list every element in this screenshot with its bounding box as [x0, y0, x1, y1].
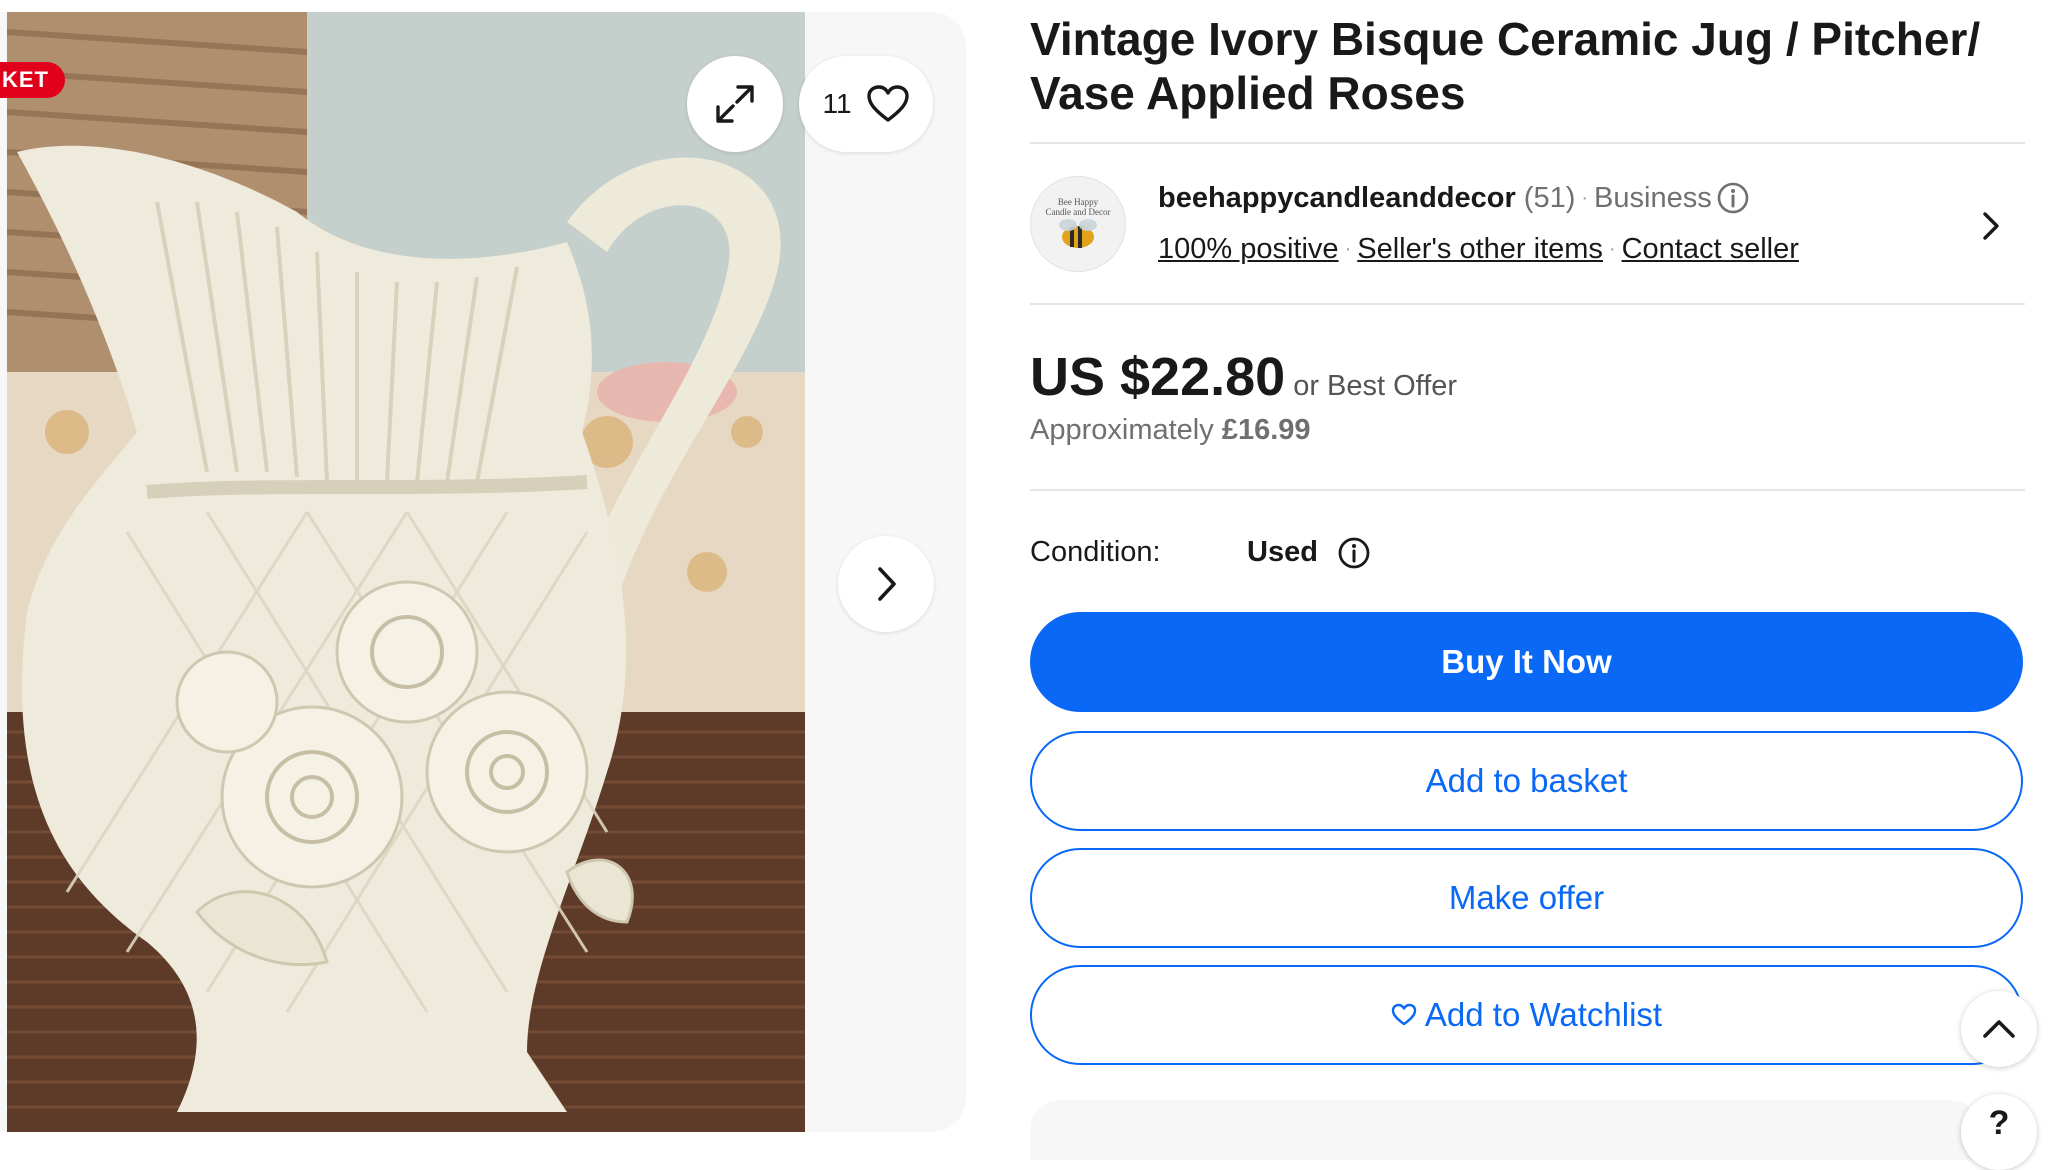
divider — [1030, 489, 2025, 491]
contact-seller-link[interactable]: Contact seller — [1622, 231, 1799, 267]
expand-image-button[interactable] — [687, 56, 783, 152]
seller-info: beehappycandleanddecor (51) · Business — [1158, 180, 1750, 216]
condition-label: Condition: — [1030, 536, 1161, 568]
add-to-watchlist-button[interactable]: Add to Watchlist — [1030, 965, 2023, 1065]
approximate-price: Approximately £16.99 — [1030, 410, 1311, 450]
pitcher-photo — [7, 12, 805, 1132]
price-amount: US $22.80 — [1030, 347, 1286, 407]
add-to-basket-button[interactable]: Add to basket — [1030, 731, 2023, 831]
feedback-count: (51) — [1523, 182, 1576, 214]
next-section-card — [1030, 1100, 1980, 1160]
make-offer-button[interactable]: Make offer — [1030, 848, 2023, 948]
seller-type: Business — [1594, 182, 1712, 214]
price-block: US $22.80 or Best Offer — [1030, 346, 1457, 417]
heart-icon — [1391, 1003, 1417, 1026]
seller-details-button[interactable] — [1978, 206, 2004, 251]
scroll-to-top-button[interactable] — [1961, 991, 2037, 1067]
market-sticker: KET — [0, 62, 65, 98]
info-icon[interactable] — [1716, 181, 1750, 215]
chevron-right-icon — [1983, 212, 1999, 240]
approx-label: Approximately — [1030, 414, 1214, 446]
watch-count: 11 — [822, 88, 852, 119]
product-image[interactable] — [7, 12, 805, 1132]
best-offer-note: or Best Offer — [1293, 370, 1458, 402]
logo-text-line1: Bee Happy — [1057, 197, 1099, 207]
condition-value: Used — [1247, 536, 1318, 568]
separator-dot: · — [1344, 238, 1352, 260]
buy-it-now-button[interactable]: Buy It Now — [1030, 612, 2023, 712]
watchlist-label: Add to Watchlist — [1424, 996, 1663, 1033]
info-icon — [1338, 537, 1370, 569]
logo-text-line2: Candle and Decor — [1045, 207, 1111, 217]
seller-links: 100% positive · Seller's other items · C… — [1158, 231, 1799, 267]
bee-icon — [1059, 219, 1097, 248]
watch-count-button[interactable]: 11 — [799, 56, 933, 152]
divider — [1030, 142, 2025, 144]
seller-name[interactable]: beehappycandleanddecor — [1158, 180, 1516, 216]
separator-dot: · — [1581, 187, 1589, 209]
chevron-up-icon — [1983, 1020, 2015, 1038]
divider — [1030, 303, 2025, 305]
separator-dot: · — [1608, 238, 1616, 260]
positive-feedback-link[interactable]: 100% positive — [1158, 231, 1339, 267]
next-image-button[interactable] — [838, 536, 934, 632]
expand-icon — [716, 85, 754, 123]
condition-info-button[interactable] — [1337, 536, 1371, 575]
approx-value: £16.99 — [1221, 414, 1311, 446]
help-button[interactable]: ? — [1961, 1094, 2037, 1170]
seller-avatar[interactable]: Bee Happy Candle and Decor — [1030, 176, 1126, 272]
image-gallery: KET 11 — [0, 12, 966, 1132]
seller-other-items-link[interactable]: Seller's other items — [1357, 231, 1603, 267]
chevron-right-icon — [878, 567, 896, 601]
heart-icon — [866, 85, 909, 122]
listing-title: Vintage Ivory Bisque Ceramic Jug / Pitch… — [1030, 13, 1981, 119]
